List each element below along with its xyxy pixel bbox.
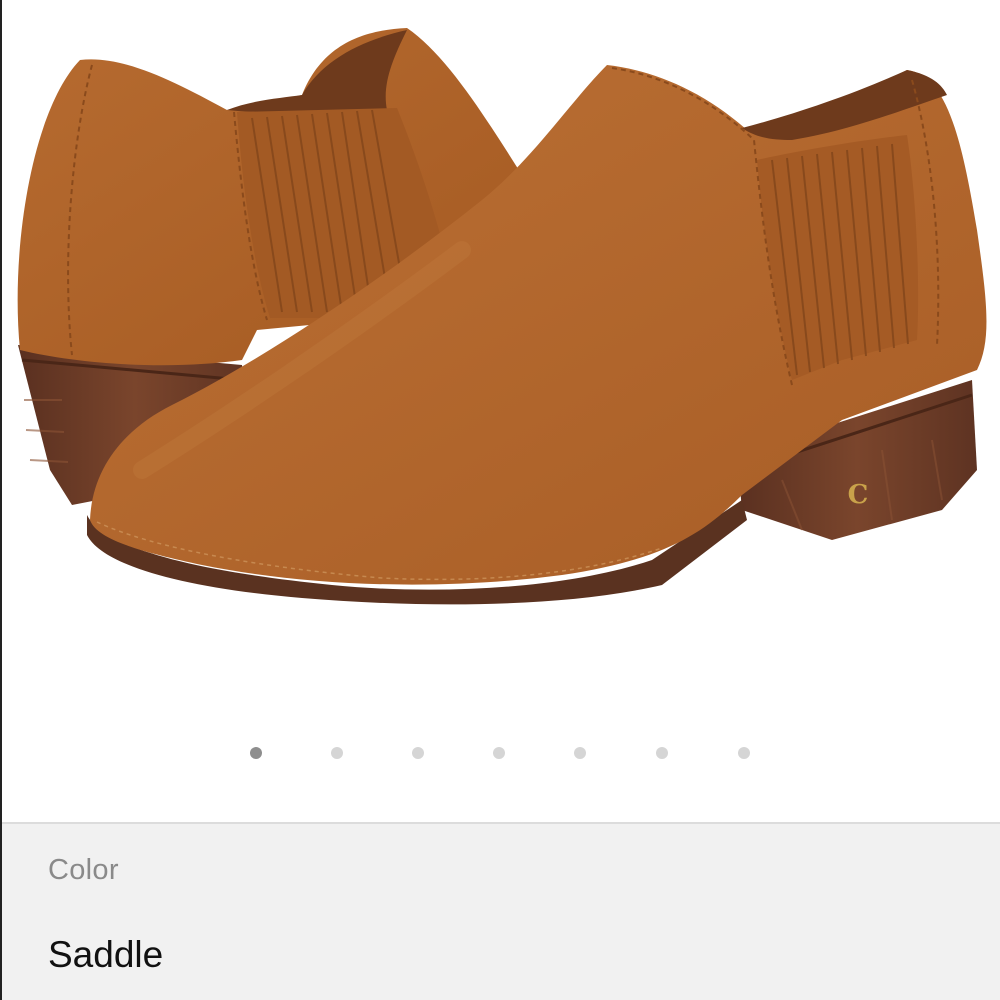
carousel-dot-2[interactable] [331,747,343,759]
product-image[interactable]: C [2,0,1000,700]
product-gallery[interactable]: C [2,0,1000,822]
color-selector[interactable]: Color Saddle [2,822,1000,1000]
heel-emblem: C [848,480,869,510]
carousel-dot-7[interactable] [738,747,750,759]
product-page: C Color Saddle [0,0,1000,1000]
carousel-dot-1[interactable] [250,747,262,759]
carousel-dot-6[interactable] [656,747,668,759]
carousel-dot-3[interactable] [412,747,424,759]
carousel-dot-5[interactable] [574,747,586,759]
carousel-dot-4[interactable] [493,747,505,759]
selected-color[interactable]: Saddle [48,934,163,976]
carousel-pagination [2,747,1000,763]
color-label: Color [48,854,119,886]
